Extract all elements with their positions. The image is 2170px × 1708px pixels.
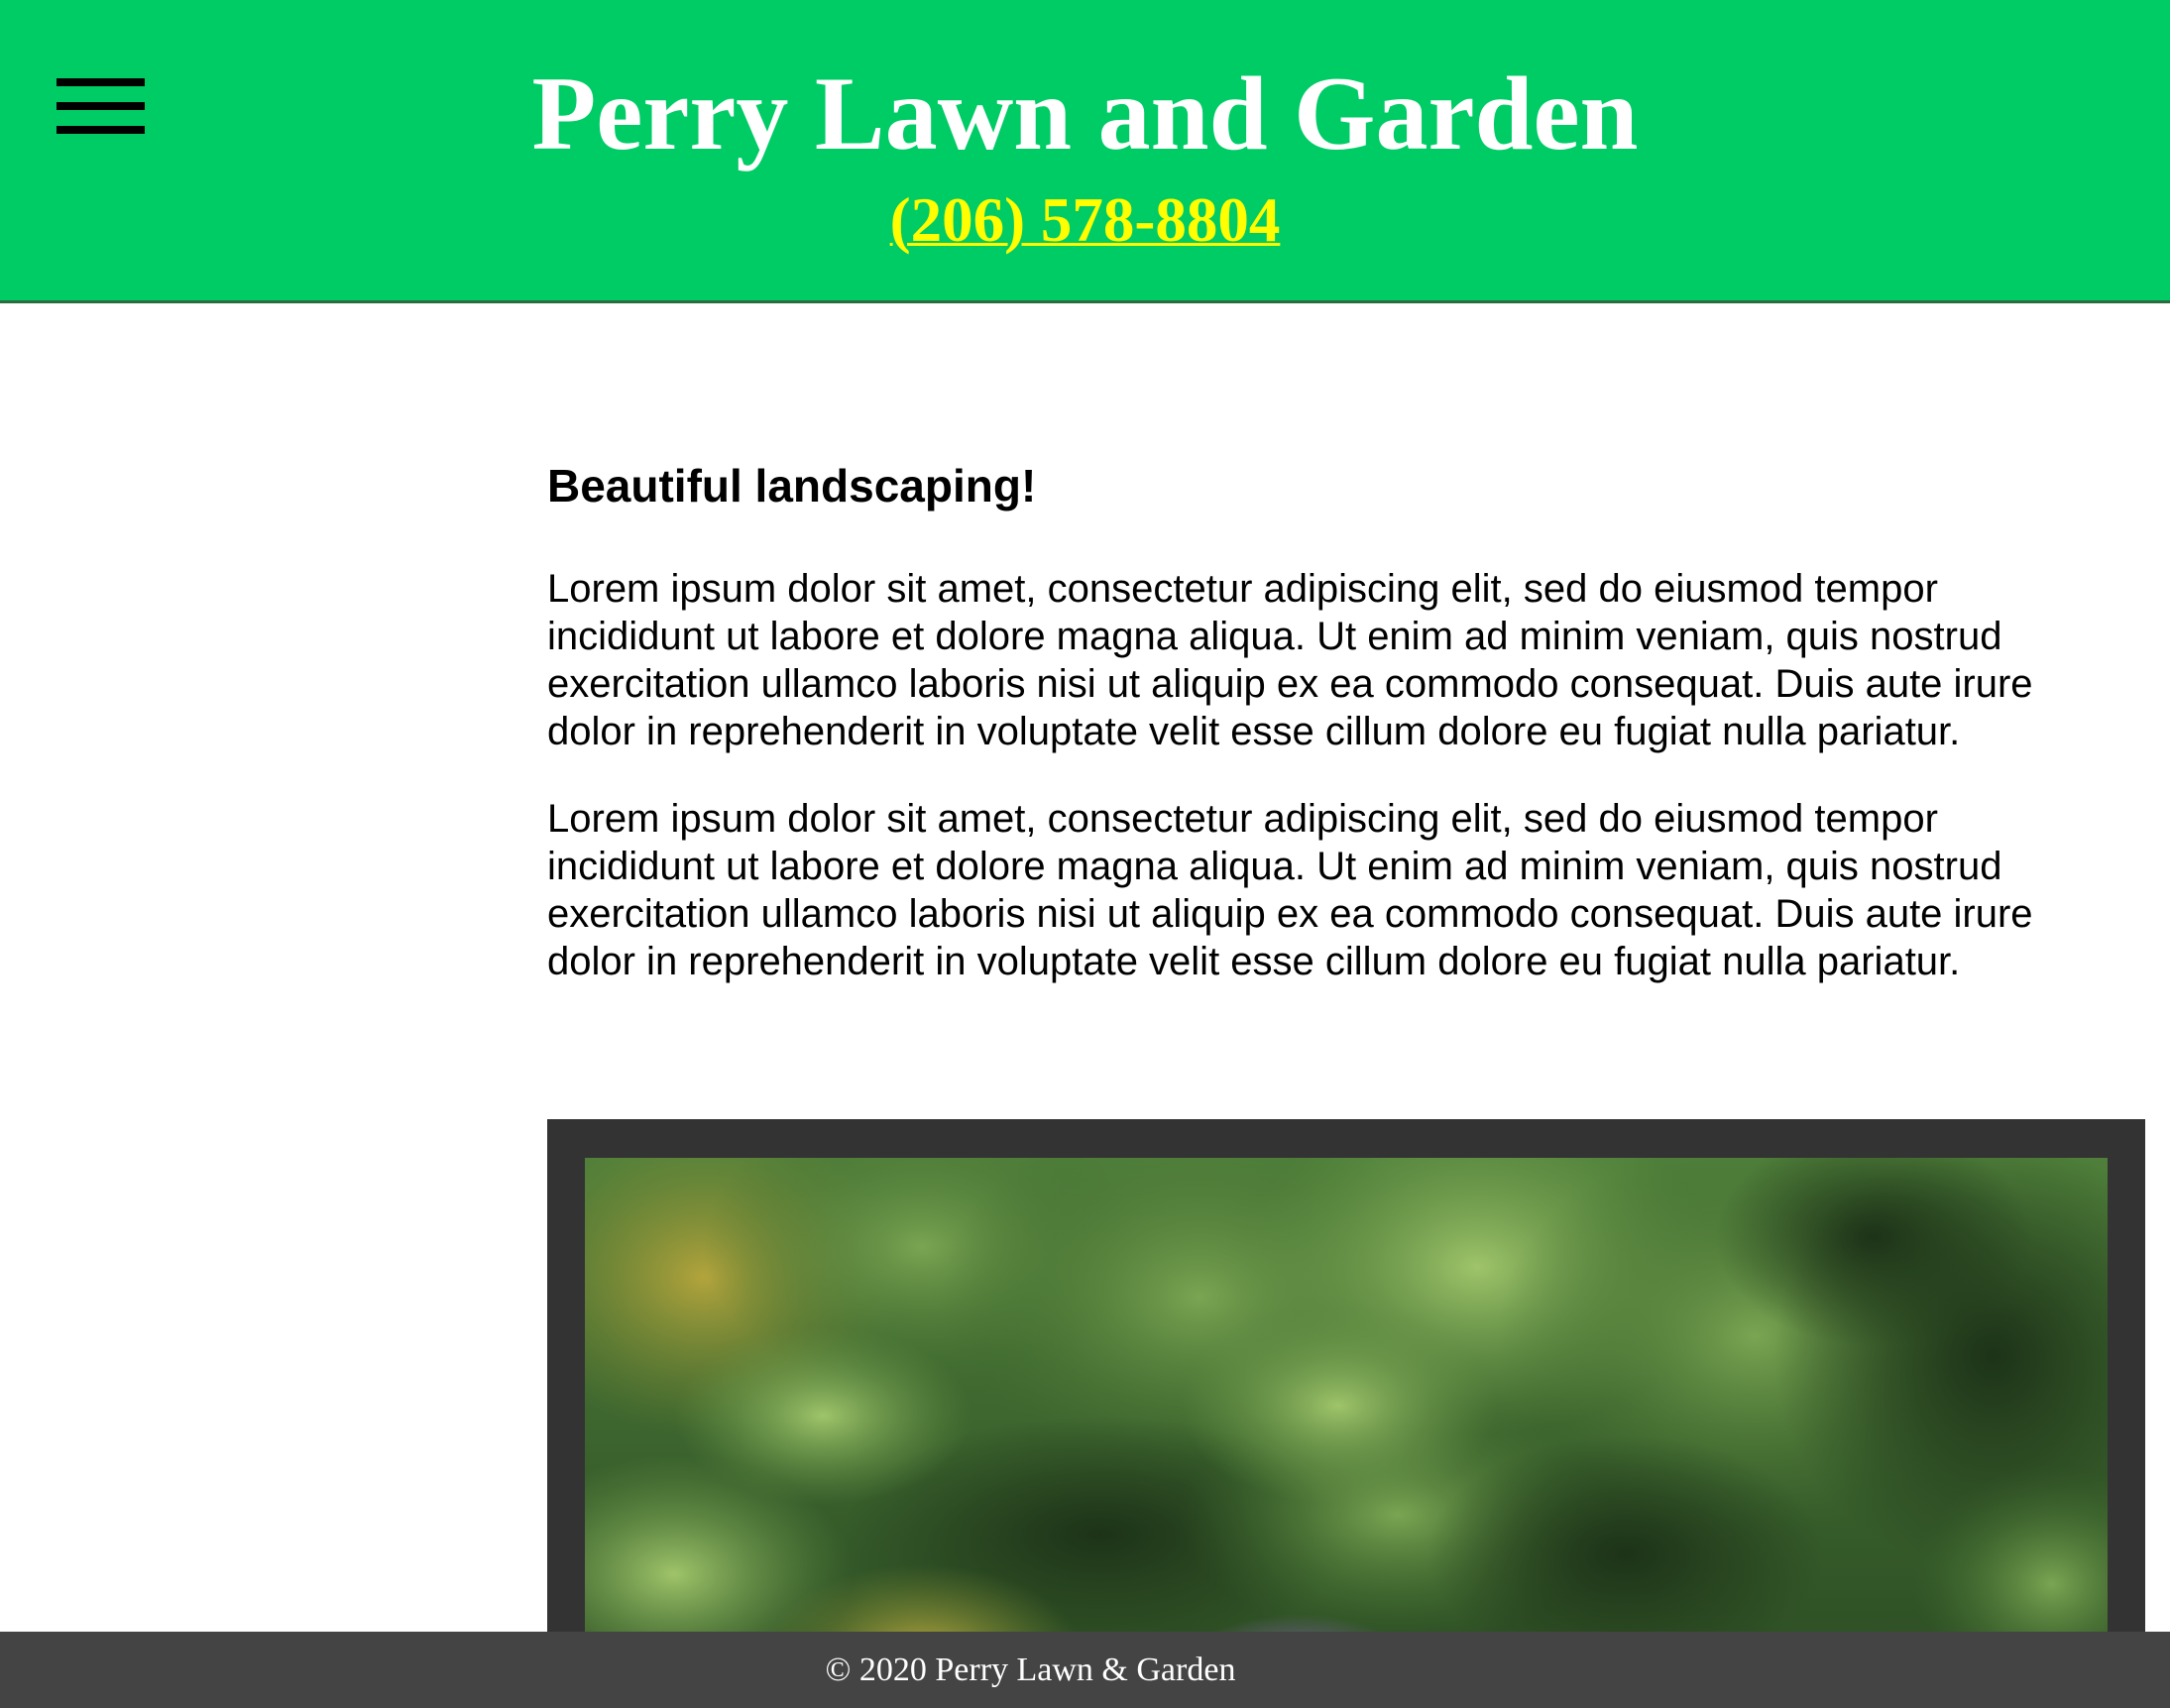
landscaping-photo <box>585 1158 2108 1708</box>
phone-link[interactable]: (206) 578-8804 <box>890 185 1281 255</box>
copyright-text: © 2020 Perry Lawn & Garden <box>825 1651 1236 1688</box>
content-paragraph: Lorem ipsum dolor sit amet, consectetur … <box>547 797 2033 983</box>
content-paragraph: Lorem ipsum dolor sit amet, consectetur … <box>547 567 2033 753</box>
site-title: Perry Lawn and Garden <box>531 56 1639 171</box>
site-footer: © 2020 Perry Lawn & Garden <box>0 1632 2170 1708</box>
site-header: Perry Lawn and Garden (206) 578-8804 <box>0 0 2170 303</box>
garden-trees-image <box>585 1158 2108 1708</box>
photo-frame <box>547 1119 2145 1708</box>
main-content: Beautiful landscaping! Lorem ipsum dolor… <box>547 456 2074 1025</box>
phone-number: (206) 578-8804 <box>0 182 2170 258</box>
content-heading: Beautiful landscaping! <box>547 460 1037 512</box>
